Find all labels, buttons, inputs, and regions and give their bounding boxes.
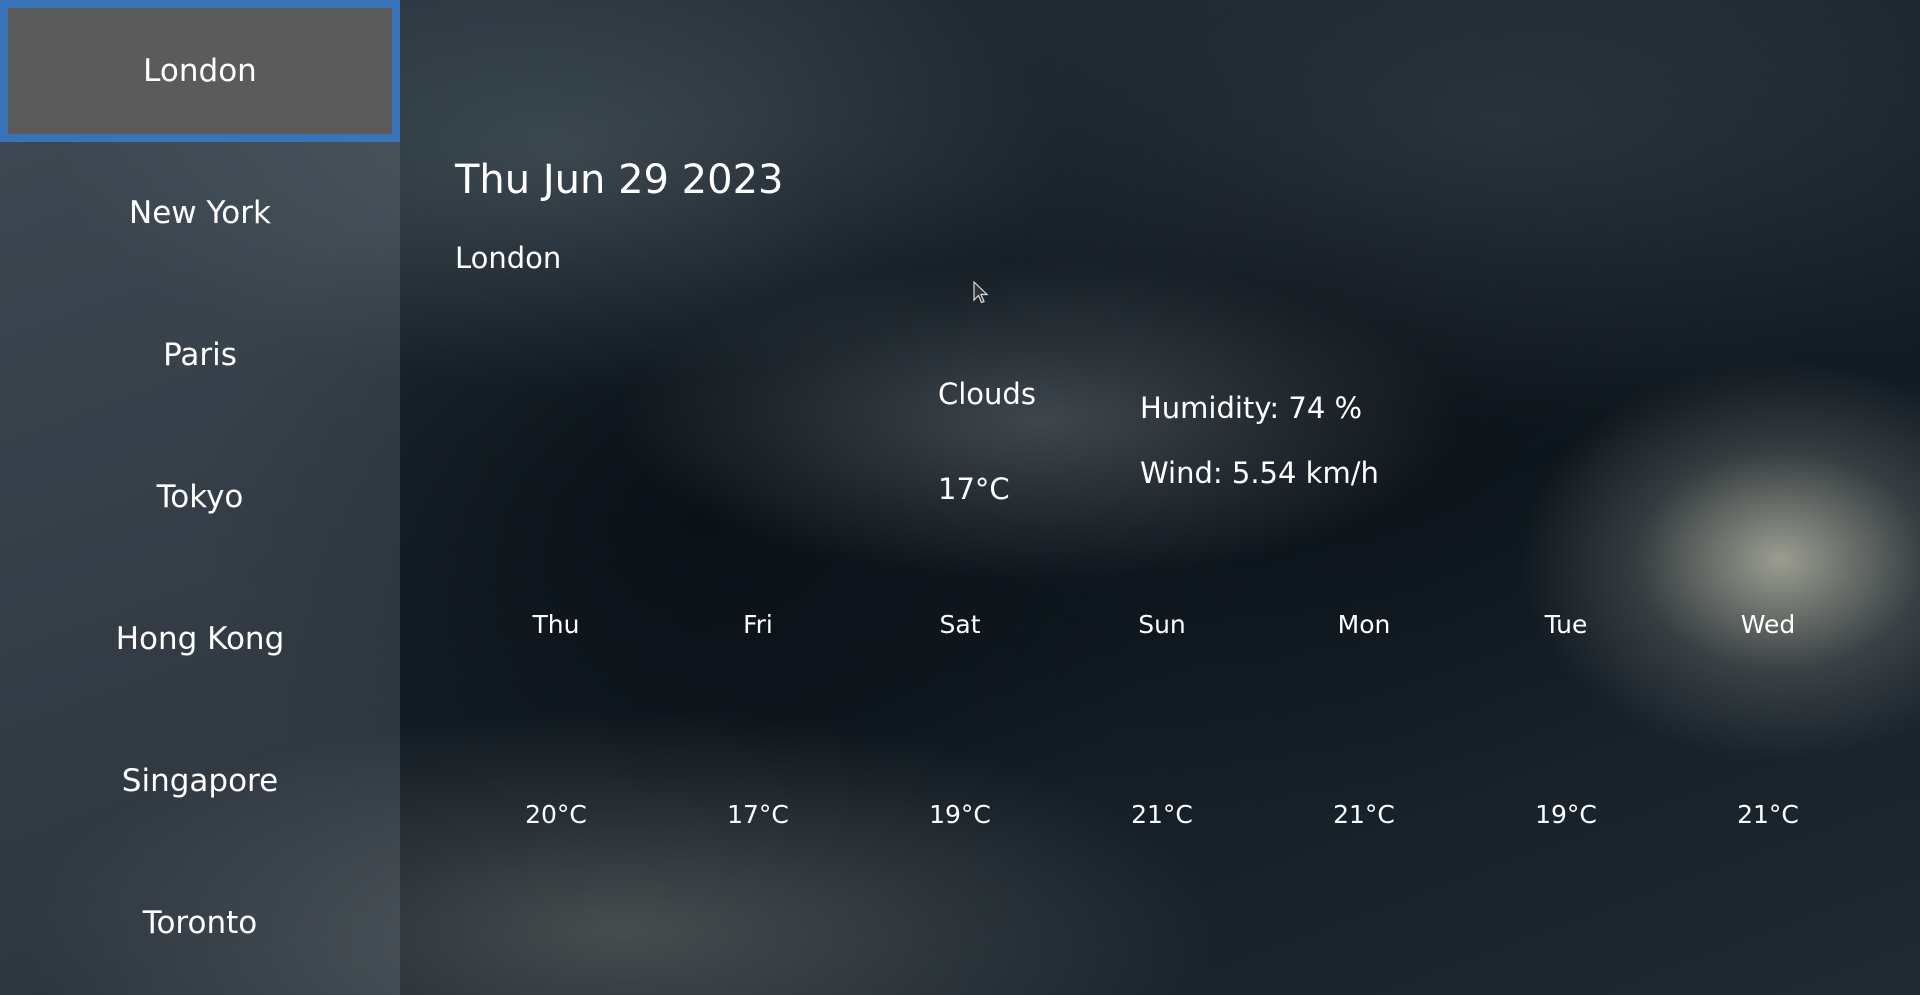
city-sidebar: London New York Paris Tokyo Hong Kong Si… xyxy=(0,0,400,995)
weather-app: London New York Paris Tokyo Hong Kong Si… xyxy=(0,0,1920,995)
forecast-day-label: Mon xyxy=(1337,610,1391,639)
humidity-value: Humidity: 74 % xyxy=(1140,391,1363,425)
sidebar-item-tokyo[interactable]: Tokyo xyxy=(0,426,400,568)
forecast-temp: 17°C xyxy=(727,800,789,829)
sidebar-item-new-york[interactable]: New York xyxy=(0,142,400,284)
sidebar-item-hong-kong[interactable]: Hong Kong xyxy=(0,568,400,710)
weather-condition: Clouds xyxy=(938,377,1036,411)
forecast-temp: 21°C xyxy=(1131,800,1193,829)
current-temperature: 17°C xyxy=(938,472,1010,506)
sidebar-item-paris[interactable]: Paris xyxy=(0,284,400,426)
sidebar-item-label: Paris xyxy=(163,337,237,373)
forecast-day-label: Sat xyxy=(939,610,981,639)
forecast-day-label: Thu xyxy=(532,610,580,639)
current-city: London xyxy=(455,241,562,275)
forecast-day-label: Tue xyxy=(1544,610,1588,639)
forecast-temp: 21°C xyxy=(1737,800,1799,829)
forecast-temp: 19°C xyxy=(929,800,991,829)
sidebar-item-label: New York xyxy=(129,195,271,231)
forecast-day-label: Fri xyxy=(743,610,773,639)
sidebar-item-label: Singapore xyxy=(121,763,279,799)
forecast-temp: 21°C xyxy=(1333,800,1395,829)
sidebar-item-toronto[interactable]: Toronto xyxy=(0,852,400,994)
sidebar-item-label: London xyxy=(143,53,257,89)
forecast-temp: 20°C xyxy=(525,800,587,829)
sidebar-item-label: Hong Kong xyxy=(115,621,285,657)
forecast-day-label: Sun xyxy=(1138,610,1186,639)
sidebar-item-singapore[interactable]: Singapore xyxy=(0,710,400,852)
sidebar-item-london[interactable]: London xyxy=(0,0,400,142)
current-date: Thu Jun 29 2023 xyxy=(455,157,784,203)
forecast-day-label: Wed xyxy=(1740,610,1796,639)
sidebar-item-label: Tokyo xyxy=(156,479,244,515)
wind-value: Wind: 5.54 km/h xyxy=(1140,456,1379,490)
forecast-temp: 19°C xyxy=(1535,800,1597,829)
mouse-pointer-icon xyxy=(973,281,989,304)
sidebar-item-label: Toronto xyxy=(142,905,258,941)
